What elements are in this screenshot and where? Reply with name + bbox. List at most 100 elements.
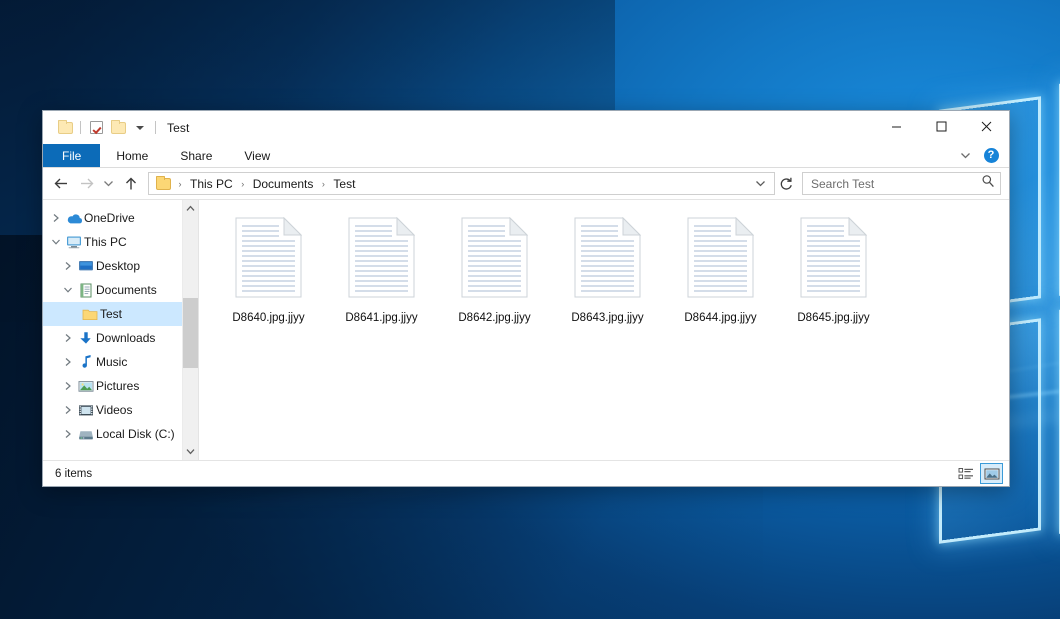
search-icon[interactable]	[981, 174, 995, 193]
sidebar-item-label: OneDrive	[84, 211, 135, 225]
file-item[interactable]: D8642.jpg.jjyy	[438, 212, 551, 330]
recent-locations-button[interactable]	[99, 171, 118, 196]
sidebar-item-label: Desktop	[96, 259, 140, 273]
documents-icon	[76, 283, 96, 298]
ribbon-tab-bar: File Home Share View ?	[43, 144, 1009, 168]
folder-icon	[80, 308, 100, 321]
help-icon-glyph: ?	[984, 148, 999, 163]
sidebar-item-onedrive[interactable]: OneDrive	[43, 206, 198, 230]
new-folder-icon[interactable]	[107, 117, 129, 139]
tab-file[interactable]: File	[43, 144, 100, 167]
file-item[interactable]: D8644.jpg.jjyy	[664, 212, 777, 330]
minimize-button[interactable]	[874, 111, 919, 142]
breadcrumb-folder-icon	[155, 178, 173, 190]
file-grid: D8640.jpg.jjyy	[212, 212, 1009, 330]
chevron-right-icon[interactable]	[59, 333, 76, 343]
view-mode-buttons	[954, 463, 1003, 484]
sidebar-item-label: Downloads	[96, 331, 155, 345]
up-button[interactable]	[118, 171, 143, 196]
details-view-icon[interactable]	[954, 463, 977, 484]
help-icon[interactable]: ?	[979, 145, 1003, 167]
videos-film-icon	[76, 404, 96, 417]
breadcrumb-item-this-pc[interactable]: This PC	[187, 177, 236, 191]
file-item[interactable]: D8641.jpg.jjyy	[325, 212, 438, 330]
chevron-right-icon[interactable]	[47, 213, 64, 223]
breadcrumb-separator-0[interactable]: ›	[173, 179, 187, 189]
file-name-label: D8642.jpg.jjyy	[458, 312, 530, 324]
sidebar-item-pictures[interactable]: Pictures	[43, 374, 198, 398]
navigation-pane: OneDrive	[43, 200, 198, 460]
generic-document-icon	[571, 214, 644, 306]
chevron-right-icon[interactable]	[59, 357, 76, 367]
file-name-label: D8640.jpg.jjyy	[232, 312, 304, 324]
chevron-right-icon[interactable]	[59, 381, 76, 391]
sidebar-item-documents[interactable]: Documents	[43, 278, 198, 302]
search-input[interactable]	[811, 177, 981, 191]
previous-locations-chevron-icon[interactable]	[750, 173, 771, 194]
sidebar-item-label: Pictures	[96, 379, 139, 393]
file-item[interactable]: D8643.jpg.jjyy	[551, 212, 664, 330]
breadcrumb-item-test[interactable]: Test	[330, 177, 358, 191]
breadcrumb[interactable]: › This PC › Documents › Test	[148, 172, 775, 195]
downloads-arrow-icon	[76, 331, 96, 346]
folder-icon[interactable]	[54, 117, 76, 139]
scrollbar-thumb[interactable]	[183, 298, 199, 368]
tab-share[interactable]: Share	[164, 144, 228, 167]
back-button[interactable]	[49, 171, 74, 196]
scroll-up-arrow-icon[interactable]	[183, 200, 199, 217]
file-item[interactable]: D8645.jpg.jjyy	[777, 212, 890, 330]
file-explorer-window: Test File Home Share View	[42, 110, 1010, 487]
file-list-view[interactable]: D8640.jpg.jjyy	[198, 200, 1009, 460]
generic-document-icon	[345, 214, 418, 306]
breadcrumb-item-documents[interactable]: Documents	[250, 177, 317, 191]
customize-quick-access-toolbar-icon[interactable]	[129, 117, 151, 139]
chevron-down-icon[interactable]	[47, 238, 64, 246]
chevron-right-icon[interactable]	[59, 405, 76, 415]
sidebar-item-this-pc[interactable]: This PC	[43, 230, 198, 254]
ribbon-right-controls: ?	[953, 144, 1009, 167]
refresh-icon[interactable]	[775, 173, 796, 194]
chevron-right-icon[interactable]	[59, 261, 76, 271]
tab-view[interactable]: View	[228, 144, 286, 167]
explorer-body: OneDrive	[43, 199, 1009, 460]
generic-document-icon	[797, 214, 870, 306]
address-bar: › This PC › Documents › Test	[43, 168, 1009, 199]
large-icons-view-icon[interactable]	[980, 463, 1003, 484]
item-count-label: 6 items	[55, 468, 92, 480]
generic-document-icon	[684, 214, 757, 306]
close-button[interactable]	[964, 111, 1009, 142]
tab-home[interactable]: Home	[100, 144, 164, 167]
maximize-button[interactable]	[919, 111, 964, 142]
breadcrumb-right-controls	[750, 173, 771, 194]
generic-document-icon	[458, 214, 531, 306]
file-name-label: D8643.jpg.jjyy	[571, 312, 643, 324]
chevron-down-icon[interactable]	[953, 145, 977, 167]
breadcrumb-separator-1[interactable]: ›	[236, 179, 250, 189]
chevron-down-icon[interactable]	[59, 286, 76, 294]
file-item[interactable]: D8640.jpg.jjyy	[212, 212, 325, 330]
title-bar: Test	[43, 111, 1009, 144]
properties-icon[interactable]	[85, 117, 107, 139]
sidebar-item-videos[interactable]: Videos	[43, 398, 198, 422]
sidebar-item-downloads[interactable]: Downloads	[43, 326, 198, 350]
file-name-label: D8645.jpg.jjyy	[797, 312, 869, 324]
file-name-label: D8641.jpg.jjyy	[345, 312, 417, 324]
sidebar-item-test[interactable]: Test	[43, 302, 198, 326]
sidebar-item-label: Local Disk (C:)	[96, 427, 175, 441]
sidebar-item-music[interactable]: Music	[43, 350, 198, 374]
search-box[interactable]	[802, 172, 1001, 195]
sidebar-item-label: This PC	[84, 235, 127, 249]
sidebar-item-local-disk-c[interactable]: Local Disk (C:)	[43, 422, 198, 446]
sidebar-item-desktop[interactable]: Desktop	[43, 254, 198, 278]
desktop: Test File Home Share View	[0, 0, 1060, 619]
chevron-right-icon[interactable]	[59, 429, 76, 439]
scroll-down-arrow-icon[interactable]	[183, 443, 199, 460]
scrollbar-track[interactable]	[183, 217, 199, 443]
window-controls	[874, 111, 1009, 144]
toolbar-divider	[80, 121, 81, 134]
toolbar-divider-2	[155, 121, 156, 134]
navigation-pane-scrollbar[interactable]	[182, 200, 198, 460]
breadcrumb-separator-2[interactable]: ›	[316, 179, 330, 189]
sidebar-item-label: Test	[100, 307, 122, 321]
forward-button[interactable]	[74, 171, 99, 196]
